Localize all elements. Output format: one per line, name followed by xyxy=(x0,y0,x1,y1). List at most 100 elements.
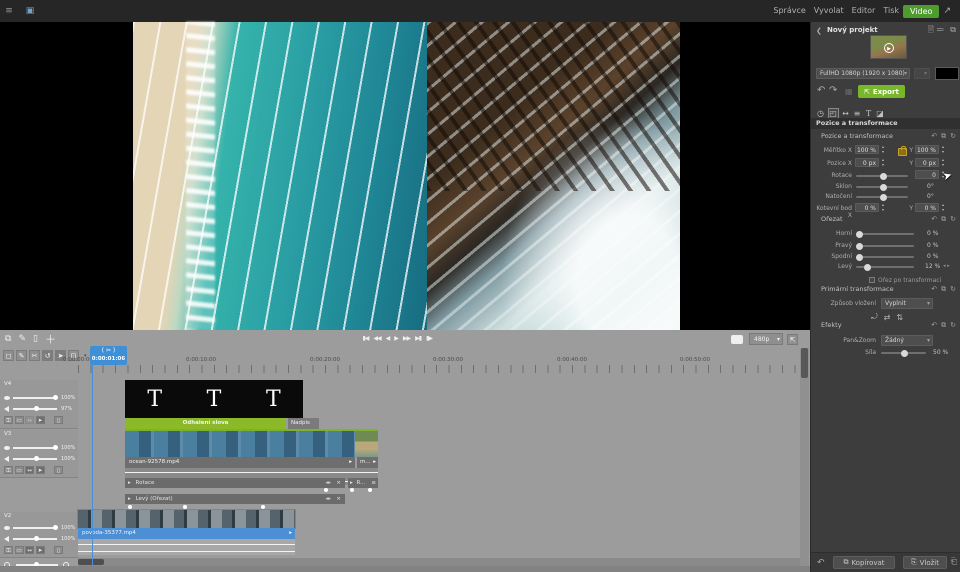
keyframe-dot[interactable] xyxy=(183,505,187,509)
keyframe-dot[interactable] xyxy=(128,505,132,509)
ocean-clip-bar[interactable]: ocean-92578.mp4 ▸ xyxy=(125,457,355,468)
chevron-right-icon[interactable]: ▸ xyxy=(128,480,131,486)
project-thumbnail[interactable]: ▶ xyxy=(870,35,907,59)
volume-slider[interactable] xyxy=(13,538,57,540)
external-window-icon[interactable]: ↗ xyxy=(939,0,955,22)
copy-icon[interactable]: ⧉ xyxy=(941,285,946,294)
volume-slider[interactable] xyxy=(13,458,57,460)
tab-vignette-icon[interactable]: ◪ xyxy=(876,109,885,118)
volume-thumb[interactable] xyxy=(34,406,39,411)
sync-icon[interactable]: ↔ xyxy=(25,546,34,554)
undo-icon[interactable]: ↶ xyxy=(931,285,937,294)
tab-text-icon[interactable]: T xyxy=(864,109,873,118)
next-frame-button[interactable]: ▶▶ xyxy=(403,335,410,342)
link-clip-icon[interactable]: ✎ xyxy=(18,334,26,344)
module-tisk[interactable]: Tisk xyxy=(879,0,903,22)
flood-clip-thumbnails[interactable] xyxy=(78,510,295,528)
insert-mode-icon[interactable]: ▭ xyxy=(15,416,24,424)
trash-icon[interactable]: ▯ xyxy=(54,546,63,554)
close-icon[interactable]: × xyxy=(336,478,341,488)
keyframe-dot[interactable] xyxy=(368,488,372,492)
skew-slider-thumb[interactable] xyxy=(880,184,887,191)
sync-icon[interactable]: ↔ xyxy=(25,416,34,424)
speaker-icon[interactable] xyxy=(4,536,9,542)
chevron-right-icon[interactable]: ▸ xyxy=(350,480,353,486)
anchor-x-input[interactable]: 0 % xyxy=(855,203,879,212)
keyframe-row-rotation-2[interactable]: ▸ R... ≡ xyxy=(348,478,378,488)
anchor-y-stepper[interactable]: ▴▾ xyxy=(940,203,946,212)
undo-icon[interactable]: ↶ xyxy=(931,132,937,141)
undo-icon[interactable]: ↶ xyxy=(931,321,937,330)
flip-horizontal-icon[interactable]: ⇄ xyxy=(884,313,891,322)
auto-icon[interactable]: ➤ xyxy=(36,546,45,554)
undo-icon[interactable]: ↶ xyxy=(931,215,937,224)
module-video-active[interactable]: Video xyxy=(903,5,939,18)
rotation-input[interactable]: 0 xyxy=(915,170,939,179)
background-color-swatch[interactable] xyxy=(935,67,959,80)
crop-left-thumb[interactable] xyxy=(864,264,871,271)
vertical-scrollbar[interactable] xyxy=(800,348,809,566)
volume-slider[interactable] xyxy=(13,408,57,410)
skew-slider[interactable] xyxy=(856,186,908,188)
curve-tool-icon[interactable]: ↺ xyxy=(42,350,53,361)
chevron-right-icon[interactable]: ▸ xyxy=(128,496,131,502)
paste-button[interactable]: ⎘ Vložit xyxy=(903,556,947,569)
position-x-stepper[interactable]: ▴▾ xyxy=(880,158,886,167)
undo-icon[interactable]: ↶ xyxy=(817,86,825,96)
paste-special-icon[interactable]: ⎗ xyxy=(951,557,957,567)
prev-frame-button[interactable]: ◀ xyxy=(386,335,390,342)
panzoom-select[interactable]: Žádný ▾ xyxy=(881,335,933,346)
flip-vertical-icon[interactable]: ⇅ xyxy=(896,313,903,322)
volume-thumb[interactable] xyxy=(34,456,39,461)
horizontal-scrollbar[interactable] xyxy=(78,558,800,566)
vertical-scrollbar-thumb[interactable] xyxy=(801,348,808,378)
chevron-right-icon[interactable]: ▸ xyxy=(373,457,376,468)
tab-speed-icon[interactable]: ↔ xyxy=(841,109,850,118)
copy-icon[interactable]: ⧉ xyxy=(941,132,946,141)
play-button[interactable]: ▶ xyxy=(394,335,398,342)
keyframe-dot[interactable] xyxy=(324,488,328,492)
module-vyvolat[interactable]: Vyvolat xyxy=(810,0,848,22)
crop-right-slider[interactable] xyxy=(856,245,914,247)
redo-icon[interactable]: ↷ xyxy=(829,86,837,96)
quality-select[interactable]: 480p ▾ xyxy=(749,333,783,345)
reset-icon[interactable]: ↻ xyxy=(950,285,956,294)
rotation-slider[interactable] xyxy=(856,175,908,177)
insert-mode-icon[interactable]: ▭ xyxy=(15,546,24,554)
crop-after-transform-checkbox[interactable] xyxy=(869,277,875,283)
playhead-badge[interactable]: ( ✂ ) 0:00:01:06 xyxy=(90,346,127,365)
keyframe-nav-icons[interactable]: ◂ ▸ xyxy=(943,263,950,269)
crop-right-thumb[interactable] xyxy=(856,243,863,250)
m-clip-bar[interactable]: m... ▸ xyxy=(357,457,378,468)
opacity-thumb[interactable] xyxy=(53,395,58,400)
chevron-right-icon[interactable]: ▸ xyxy=(349,457,352,468)
auto-icon[interactable]: ➤ xyxy=(36,416,45,424)
opacity-thumb[interactable] xyxy=(53,525,58,530)
tab-list-icon[interactable]: ≡ xyxy=(853,109,862,118)
crop-top-thumb[interactable] xyxy=(856,231,863,238)
ocean-clip-thumbnails[interactable] xyxy=(125,429,355,457)
reset-icon[interactable]: ↻ xyxy=(950,321,956,330)
reset-icon[interactable]: ↻ xyxy=(950,215,956,224)
eye-icon[interactable] xyxy=(4,396,10,400)
edit-tool-icon[interactable]: ✎ xyxy=(16,350,27,361)
opacity-slider[interactable] xyxy=(13,397,57,399)
title-clip-preview[interactable]: T T T xyxy=(125,380,303,418)
envelope-line[interactable] xyxy=(78,544,295,545)
keyframe-nav-icons[interactable]: ◂▸ xyxy=(325,494,331,504)
module-editor[interactable]: Editor xyxy=(848,0,880,22)
volume-thumb[interactable] xyxy=(34,536,39,541)
trash-icon[interactable]: ▯ xyxy=(54,466,63,474)
camera-icon[interactable] xyxy=(731,335,743,344)
eye-icon[interactable] xyxy=(4,446,10,450)
strength-slider[interactable] xyxy=(881,352,926,354)
fps-select[interactable]: ▾ xyxy=(914,68,930,79)
position-y-input[interactable]: 0 px xyxy=(915,158,939,167)
delete-clip-icon[interactable]: ▯ xyxy=(33,334,38,344)
tilt-slider-thumb[interactable] xyxy=(880,194,887,201)
envelope-line[interactable] xyxy=(125,472,378,473)
scale-y-stepper[interactable]: ▴▾ xyxy=(940,145,946,154)
crop-bottom-thumb[interactable] xyxy=(856,254,863,261)
preview-rocks-clip[interactable] xyxy=(427,22,680,330)
jump-end-button[interactable]: ▮▶ xyxy=(426,335,432,342)
